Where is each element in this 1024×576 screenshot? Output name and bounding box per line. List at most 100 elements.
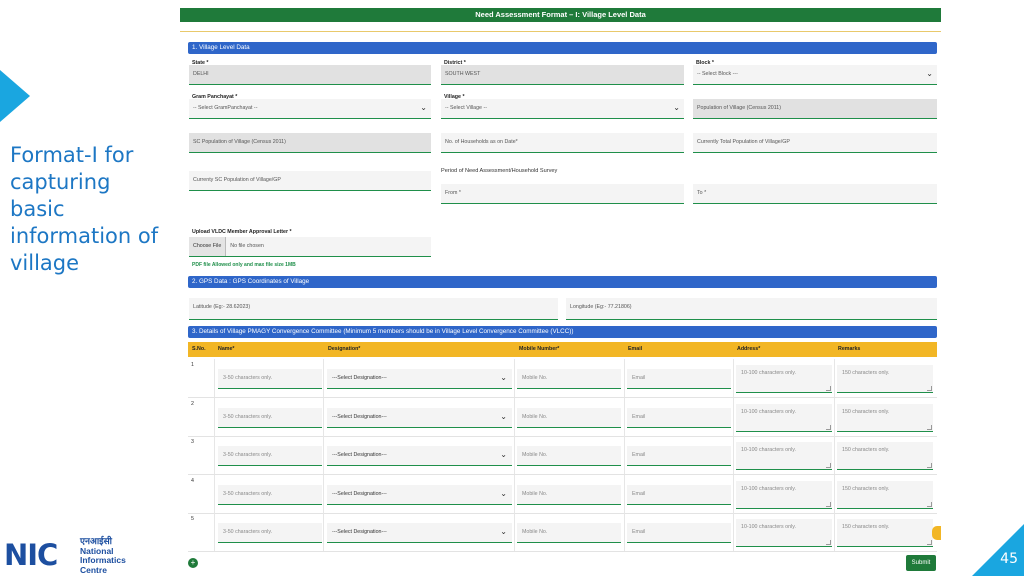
cell-divider [834,359,835,397]
cell-divider [323,359,324,397]
section-gps-data: 2. GPS Data : GPS Coordinates of Village [188,276,937,288]
upload-note: PDF file Allowed only and max file size … [192,262,296,268]
upload-label: Upload VLDC Member Approval Letter * [192,229,292,235]
section-village-level-data: 1. Village Level Data [188,42,937,54]
cell-divider [514,397,515,436]
table-row: 3 3-50 characters only. ---Select Designat… [188,436,937,475]
name-input[interactable]: 3-50 characters only. [218,523,322,543]
cell-divider [834,513,835,551]
section-committee-details: 3. Details of Village PMAGY Convergence … [188,326,937,338]
row-number: 1 [191,362,194,368]
mobile-input[interactable]: Mobile No. [517,446,621,466]
col-name: Name* [218,346,235,352]
name-input[interactable]: 3-50 characters only. [218,446,322,466]
cell-divider [323,397,324,436]
mobile-input[interactable]: Mobile No. [517,407,621,428]
latitude-input[interactable]: Latitude (Eg:- 28.62023) [189,298,558,320]
address-textarea[interactable]: 10-100 characters only. [736,519,832,547]
address-textarea[interactable]: 10-100 characters only. [736,365,832,393]
address-textarea[interactable]: 10-100 characters only. [736,480,832,509]
remarks-textarea[interactable]: 150 characters only. [837,442,933,470]
form-title: Need Assessment Format – I: Village Leve… [180,8,941,22]
remarks-textarea[interactable]: 150 characters only. [837,480,933,509]
cell-divider [834,436,835,474]
current-sc-population-input[interactable]: Currenty SC Population of Village/GP [189,171,431,191]
designation-select[interactable]: ---Select Designation--- [327,484,512,505]
address-textarea[interactable]: 10-100 characters only. [736,442,832,470]
col-remarks: Remarks [838,346,861,352]
upload-file-input[interactable]: Choose File No file chosen [189,237,431,257]
table-row: 2 3-50 characters only. ---Select Designat… [188,397,937,437]
gram-panchayat-select[interactable]: -- Select GramPanchayat -- [189,99,431,119]
email-input[interactable]: Email [627,407,731,428]
cell-divider [214,474,215,513]
logo-line2: Informatics [80,555,126,565]
cell-divider [834,474,835,513]
cell-divider [214,436,215,474]
cell-divider [733,436,734,474]
col-mobile: Mobile Number* [519,346,560,352]
row-number: 4 [191,477,194,484]
email-input[interactable]: Email [627,484,731,505]
logo-line1: National [80,545,114,556]
cell-divider [514,513,515,551]
cell-divider [214,359,215,397]
designation-select[interactable]: ---Select Designation--- [327,523,512,543]
cell-divider [733,513,734,551]
email-input[interactable]: Email [627,446,731,466]
name-input[interactable]: 3-50 characters only. [218,369,322,389]
survey-period-label: Period of Need Assessment/Household Surv… [441,168,558,174]
cell-divider [624,397,625,436]
table-row: 4 3-50 characters only. ---Select Designat… [188,474,937,514]
address-textarea[interactable]: 10-100 characters only. [736,403,832,432]
block-select[interactable]: -- Select Block --- [693,65,937,85]
scroll-indicator[interactable] [932,526,941,540]
committee-table-header: S.No. Name* Designation* Mobile Number* … [188,342,937,357]
row-number: 5 [191,516,194,522]
submit-button[interactable]: Submit [906,555,936,571]
to-date-input[interactable]: To * [693,184,937,204]
sc-population-field: SC Population of Village (Census 2011) [189,133,431,153]
slide-corner-decoration [972,524,1024,576]
choose-file-button[interactable]: Choose File [189,237,227,256]
mobile-input[interactable]: Mobile No. [517,369,621,389]
district-field: SOUTH WEST [441,65,684,85]
remarks-textarea[interactable]: 150 characters only. [837,403,933,432]
mobile-input[interactable]: Mobile No. [517,484,621,505]
table-row: 5 3-50 characters only. ---Select Designat… [188,513,937,552]
email-input[interactable]: Email [627,369,731,389]
slide-arrow-decoration [0,70,30,122]
cell-divider [323,474,324,513]
remarks-textarea[interactable]: 150 characters only. [837,519,933,547]
add-row-button[interactable]: + [188,558,198,568]
from-date-input[interactable]: From * [441,184,684,204]
population-field: Population of Village (Census 2011) [693,99,937,119]
cell-divider [514,359,515,397]
table-row: 1 3-50 characters only. ---Select Designat… [188,359,937,398]
col-email: Email [628,346,643,352]
designation-select[interactable]: ---Select Designation--- [327,446,512,466]
cell-divider [733,397,734,436]
logo-text: एनआईसी National Informatics Centre [80,536,126,575]
designation-select[interactable]: ---Select Designation--- [327,407,512,428]
households-input[interactable]: No. of Households as on Date* [441,133,684,153]
cell-divider [624,474,625,513]
remarks-textarea[interactable]: 150 characters only. [837,365,933,393]
col-designation: Designation* [328,346,361,352]
need-assessment-form: Need Assessment Format – I: Village Leve… [180,8,941,576]
name-input[interactable]: 3-50 characters only. [218,407,322,428]
cell-divider [733,359,734,397]
village-select[interactable]: -- Select Village -- [441,99,684,119]
cell-divider [624,359,625,397]
file-status: No file chosen [230,243,264,249]
row-number: 2 [191,400,194,407]
row-number: 3 [191,439,194,445]
longitude-input[interactable]: Longitude (Eg:- 77.21806) [566,298,937,320]
designation-select[interactable]: ---Select Designation--- [327,369,512,389]
mobile-input[interactable]: Mobile No. [517,523,621,543]
col-sno: S.No. [192,346,206,352]
cell-divider [624,436,625,474]
name-input[interactable]: 3-50 characters only. [218,484,322,505]
current-population-input[interactable]: Currently Total Population of Village/GP [693,133,937,153]
email-input[interactable]: Email [627,523,731,543]
